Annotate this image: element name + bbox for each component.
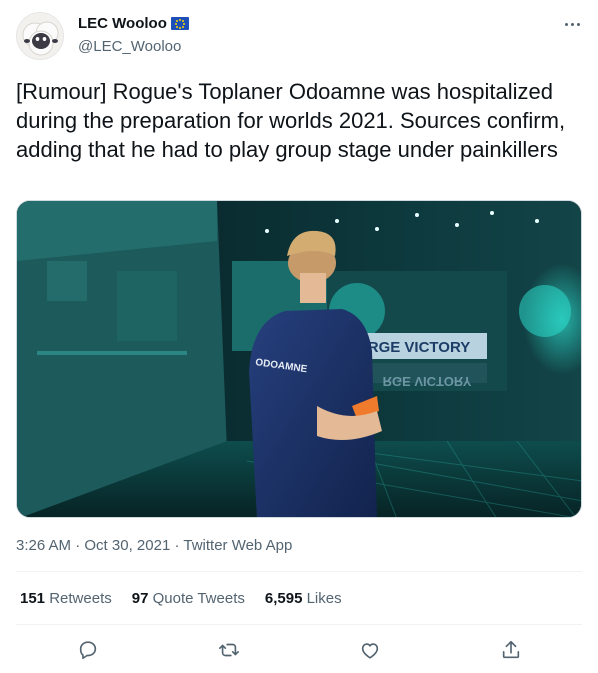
more-dot — [564, 22, 568, 26]
quote-tweets-count: 97 — [131, 590, 149, 607]
likes-stat[interactable]: 6,595 Likes — [265, 590, 342, 607]
author-handle[interactable]: @LEC_Wooloo — [78, 38, 181, 55]
eu-flag-icon — [170, 17, 189, 30]
meta-separator: · — [170, 537, 184, 554]
reply-icon — [79, 641, 97, 660]
divider — [16, 624, 582, 625]
quote-tweets-stat[interactable]: 97 Quote Tweets — [132, 590, 245, 607]
reply-button[interactable] — [75, 637, 101, 663]
more-dot — [570, 22, 574, 26]
likes-label: Likes — [306, 590, 342, 607]
tweet-date-link[interactable]: Oct 30, 2021 — [84, 537, 170, 554]
tweet-source-link[interactable]: Twitter Web App — [183, 537, 292, 554]
tweet-actions — [0, 637, 598, 663]
share-button[interactable] — [498, 637, 524, 663]
quote-tweets-label: Quote Tweets — [152, 590, 245, 607]
stage-sign-reflection: RGE VICTORY — [383, 374, 472, 389]
tweet-card: LEC Wooloo @LEC_Wooloo [Rumour] Rogue's … — [0, 0, 598, 673]
retweets-label: Retweets — [49, 590, 112, 607]
tweet-text: [Rumour] Rogue's Toplaner Odoamne was ho… — [16, 79, 566, 162]
heart-icon — [361, 643, 379, 659]
more-options-button[interactable] — [560, 14, 584, 34]
tweet-meta: 3:26 AM · Oct 30, 2021 · Twitter Web App — [16, 537, 292, 554]
share-icon — [502, 640, 520, 659]
tweet-media-image[interactable]: RGE VICTORY RGE VICTORY ODOAMNE — [16, 200, 582, 518]
stage-sign-text: RGE VICTORY — [368, 339, 471, 356]
tweet-stats: 151 Retweets 97 Quote Tweets 6,595 Likes — [20, 590, 342, 607]
media-illustration: RGE VICTORY RGE VICTORY ODOAMNE — [17, 201, 581, 517]
author-name-label: LEC Wooloo — [78, 15, 167, 32]
retweets-stat[interactable]: 151 Retweets — [20, 590, 112, 607]
like-button[interactable] — [357, 637, 383, 663]
retweets-count: 151 — [20, 590, 46, 607]
retweet-icon — [219, 643, 239, 657]
more-dot — [576, 22, 580, 26]
tweet-time-link[interactable]: 3:26 AM — [16, 537, 71, 554]
likes-count: 6,595 — [264, 590, 303, 607]
author-name[interactable]: LEC Wooloo — [78, 15, 189, 32]
meta-separator: · — [71, 537, 85, 554]
retweet-button[interactable] — [216, 637, 242, 663]
avatar[interactable] — [16, 12, 64, 60]
divider — [16, 571, 582, 572]
